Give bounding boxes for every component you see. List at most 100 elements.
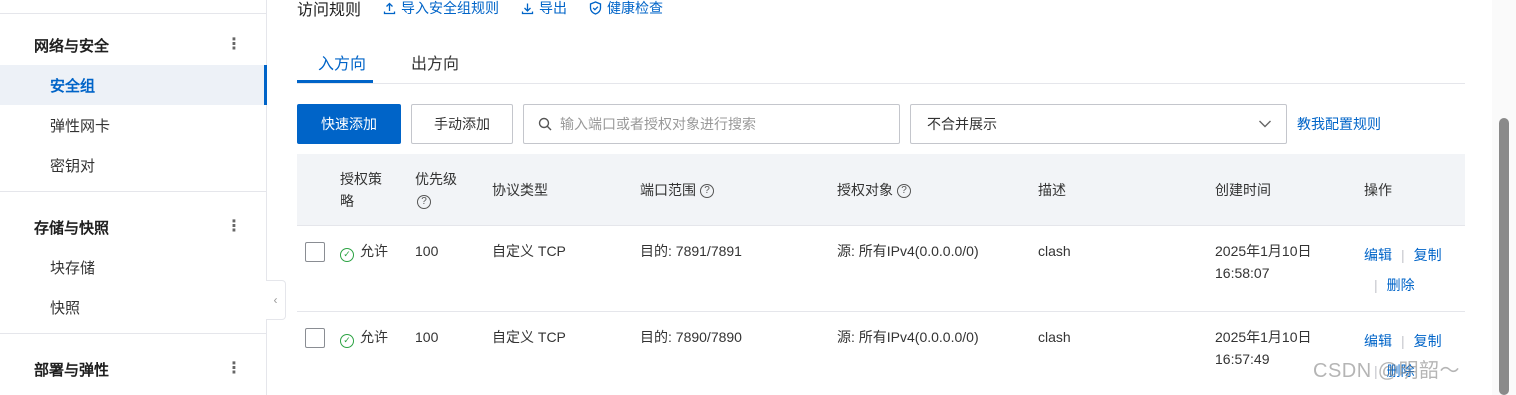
tab-outbound[interactable]: 出方向 bbox=[411, 50, 459, 74]
auth-object-cell: 源: 所有IPv4(0.0.0.0/0) bbox=[837, 243, 979, 259]
export-link[interactable]: 导出 bbox=[521, 0, 567, 18]
help-circle-icon[interactable]: ? bbox=[700, 184, 714, 199]
table-row: ✓ 允许 100 自定义 TCP 目的: 7890/7890 源: 所有IPv4(… bbox=[297, 312, 1465, 395]
policy-value: 允许 bbox=[360, 329, 388, 345]
separator: | bbox=[1401, 333, 1405, 349]
search-placeholder: 输入端口或者授权对象进行搜索 bbox=[560, 116, 756, 132]
display-mode-select[interactable]: 不合并展示 bbox=[910, 104, 1287, 144]
sidebar-group-header[interactable]: 存储与快照 ⋮ bbox=[0, 207, 266, 247]
scrollbar-thumb[interactable] bbox=[1499, 118, 1509, 395]
column-header-priority: 优先级 ? bbox=[415, 168, 457, 212]
sidebar-group-title: 网络与安全 bbox=[34, 37, 110, 55]
policy-cell: ✓ 允许 bbox=[340, 240, 388, 262]
sidebar-group-title: 部署与弹性 bbox=[34, 361, 110, 379]
divider bbox=[0, 191, 266, 192]
separator: | bbox=[1401, 247, 1405, 263]
chevron-down-icon bbox=[1259, 120, 1271, 128]
config-help-link[interactable]: 教我配置规则 bbox=[1297, 114, 1381, 134]
active-tab-indicator bbox=[297, 80, 373, 83]
created-cell: 2025年1月10日 16:57:49 bbox=[1215, 326, 1312, 370]
chevron-left-icon: ‹ bbox=[273, 293, 278, 307]
sidebar-group-header[interactable]: 网络与安全 ⋮ bbox=[0, 25, 266, 65]
sidebar-item-block-storage[interactable]: 块存储 bbox=[0, 247, 266, 287]
upload-icon bbox=[383, 2, 396, 14]
policy-value: 允许 bbox=[360, 243, 388, 259]
more-vertical-icon[interactable]: ⋮ bbox=[226, 361, 242, 377]
search-icon bbox=[538, 117, 552, 131]
port-cell: 目的: 7890/7890 bbox=[640, 329, 742, 345]
rules-table: 授权策 略 优先级 ? 协议类型 端口范围? 授权对象? 描述 创建时间 操作 bbox=[297, 154, 1465, 395]
column-header-label: 授权对象 bbox=[837, 182, 893, 198]
divider bbox=[0, 13, 266, 14]
protocol-cell: 自定义 TCP bbox=[492, 243, 566, 259]
sidebar-item-label: 快照 bbox=[50, 299, 81, 317]
created-date: 2025年1月10日 bbox=[1215, 243, 1312, 259]
table-row: ✓ 允许 100 自定义 TCP 目的: 7891/7891 源: 所有IPv4(… bbox=[297, 226, 1465, 312]
divider bbox=[0, 333, 266, 334]
sidebar-item-label: 密钥对 bbox=[50, 157, 96, 175]
column-header-auth-object: 授权对象? bbox=[837, 179, 911, 201]
column-header-label: 授权策 bbox=[340, 171, 382, 187]
created-time: 16:57:49 bbox=[1215, 351, 1270, 367]
check-circle-icon: ✓ bbox=[340, 334, 354, 348]
sidebar-item-eni[interactable]: 弹性网卡 bbox=[0, 105, 266, 145]
row-checkbox[interactable] bbox=[305, 242, 325, 262]
search-input[interactable]: 输入端口或者授权对象进行搜索 bbox=[523, 104, 900, 144]
sidebar-group-deploy: 部署与弹性 ⋮ bbox=[0, 349, 266, 389]
sidebar-item-label: 块存储 bbox=[50, 259, 96, 277]
sidebar-item-snapshot[interactable]: 快照 bbox=[0, 287, 266, 327]
edit-link[interactable]: 编辑 bbox=[1364, 247, 1392, 263]
tab-inbound[interactable]: 入方向 bbox=[318, 50, 366, 74]
page-title: 访问规则 bbox=[297, 2, 362, 19]
direction-tabs: 入方向 出方向 bbox=[297, 44, 1465, 84]
auth-object-cell: 源: 所有IPv4(0.0.0.0/0) bbox=[837, 329, 979, 345]
watermark: CSDN @明韶～ bbox=[1313, 360, 1461, 382]
check-circle-icon: ✓ bbox=[340, 248, 354, 262]
column-header-label: 端口范围 bbox=[640, 182, 696, 198]
import-rules-link[interactable]: 导入安全组规则 bbox=[383, 0, 499, 18]
column-header-label: 优先级 bbox=[415, 171, 457, 187]
sidebar-collapse-button[interactable]: ‹ bbox=[266, 280, 286, 320]
created-time: 16:58:07 bbox=[1215, 265, 1270, 281]
priority-cell: 100 bbox=[415, 243, 439, 259]
column-header-description: 描述 bbox=[1038, 182, 1066, 198]
console-page: 网络与安全 ⋮ 安全组 弹性网卡 密钥对 存储与快照 ⋮ 块存储 快照 部署与弹… bbox=[0, 0, 1516, 395]
sidebar-item-keypair[interactable]: 密钥对 bbox=[0, 145, 266, 185]
row-checkbox[interactable] bbox=[305, 328, 325, 348]
sidebar-group-header[interactable]: 部署与弹性 ⋮ bbox=[0, 349, 266, 389]
column-header-created: 创建时间 bbox=[1215, 182, 1271, 198]
shield-check-icon bbox=[589, 1, 602, 15]
column-header-policy: 授权策 略 bbox=[340, 168, 382, 212]
sidebar-group-storage: 存储与快照 ⋮ 块存储 快照 bbox=[0, 207, 266, 327]
table-header: 授权策 略 优先级 ? 协议类型 端口范围? 授权对象? 描述 创建时间 操作 bbox=[297, 154, 1465, 226]
edit-link[interactable]: 编辑 bbox=[1364, 333, 1392, 349]
protocol-cell: 自定义 TCP bbox=[492, 329, 566, 345]
description-cell: clash bbox=[1038, 243, 1071, 259]
column-header-port-range: 端口范围? bbox=[640, 179, 714, 201]
copy-link[interactable]: 复制 bbox=[1414, 247, 1442, 263]
port-cell: 目的: 7891/7891 bbox=[640, 243, 742, 259]
download-icon bbox=[521, 3, 534, 14]
separator: | bbox=[1374, 277, 1378, 293]
sidebar-item-security-group[interactable]: 安全组 bbox=[0, 65, 267, 105]
quick-add-button[interactable]: 快速添加 bbox=[297, 104, 401, 144]
manual-add-button[interactable]: 手动添加 bbox=[411, 104, 513, 144]
column-header-label: 略 bbox=[340, 193, 354, 209]
copy-link[interactable]: 复制 bbox=[1414, 333, 1442, 349]
column-header-actions: 操作 bbox=[1364, 182, 1392, 198]
more-vertical-icon[interactable]: ⋮ bbox=[226, 37, 242, 53]
help-circle-icon[interactable]: ? bbox=[897, 184, 911, 199]
priority-cell: 100 bbox=[415, 329, 439, 345]
more-vertical-icon[interactable]: ⋮ bbox=[226, 219, 242, 235]
health-check-link[interactable]: 健康检查 bbox=[589, 0, 663, 18]
sidebar-item-label: 弹性网卡 bbox=[50, 117, 111, 135]
sidebar-group-network: 网络与安全 ⋮ 安全组 弹性网卡 密钥对 bbox=[0, 25, 267, 185]
description-cell: clash bbox=[1038, 329, 1071, 345]
created-date: 2025年1月10日 bbox=[1215, 329, 1312, 345]
sidebar-item-label: 安全组 bbox=[50, 77, 96, 95]
display-mode-value: 不合并展示 bbox=[927, 116, 997, 132]
delete-link[interactable]: 删除 bbox=[1387, 277, 1415, 293]
sidebar: 网络与安全 ⋮ 安全组 弹性网卡 密钥对 存储与快照 ⋮ 块存储 快照 部署与弹… bbox=[0, 0, 267, 395]
help-circle-icon[interactable]: ? bbox=[417, 195, 431, 210]
sidebar-group-title: 存储与快照 bbox=[34, 219, 110, 237]
